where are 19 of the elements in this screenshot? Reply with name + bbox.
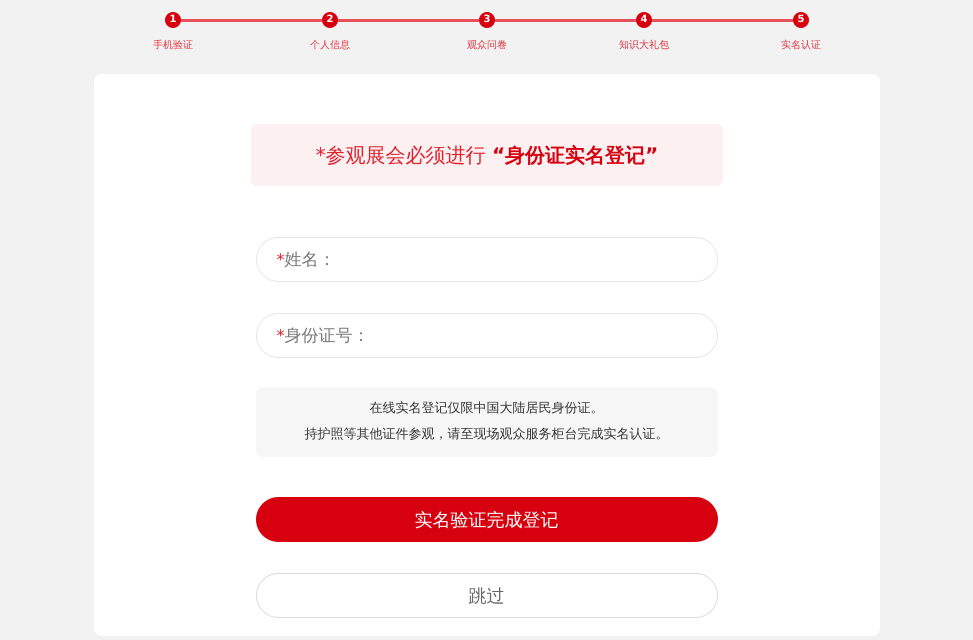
info-text: 在线实名登记仅限中国大陆居民身份证。 — [370, 400, 604, 418]
step-number: 2 — [322, 12, 338, 28]
info-text: 持护照等其他证件参观，请至现场观众服务柜台完成实名认证。 — [304, 426, 668, 444]
step-number: 5 — [793, 12, 809, 28]
submit-button[interactable]: 实名验证完成登记 — [256, 497, 718, 542]
required-mark: * — [276, 326, 284, 345]
notice-banner: *参观展会必须进行 “身份证实名登记” — [251, 124, 723, 186]
required-mark: * — [276, 250, 284, 269]
text-input-field[interactable]: *姓名： — [256, 237, 718, 282]
step-number: 3 — [479, 12, 495, 28]
text-input-field[interactable]: *身份证号： — [256, 313, 718, 358]
step-number: 1 — [165, 12, 181, 28]
step-label: 观众问卷 — [467, 39, 507, 53]
step-label: 实名认证 — [781, 39, 821, 53]
step-label: 手机验证 — [153, 39, 193, 53]
step-number: 4 — [636, 12, 652, 28]
step-label: 个人信息 — [310, 39, 350, 53]
skip-button[interactable]: 跳过 — [256, 573, 718, 618]
step-label: 知识大礼包 — [619, 39, 669, 53]
